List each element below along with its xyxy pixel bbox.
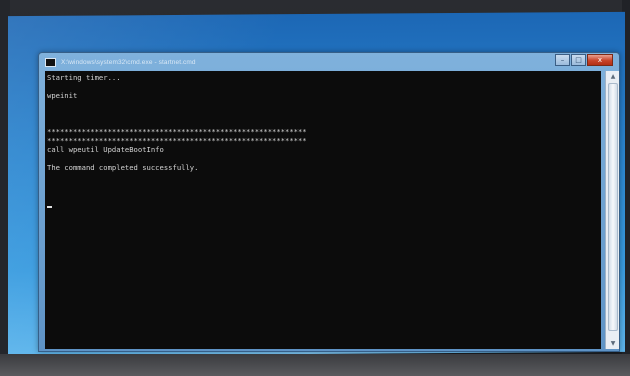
vertical-scrollbar[interactable]: ▲ ▼ <box>605 71 619 349</box>
scroll-up-icon[interactable]: ▲ <box>608 72 618 81</box>
photo: X:\windows\system32\cmd.exe - startnet.c… <box>0 0 630 376</box>
console-output[interactable]: Starting timer... wpeinit ****************… <box>45 71 601 349</box>
console-line: ****************************************… <box>47 136 307 145</box>
console-line: Starting timer... <box>47 73 121 82</box>
window-controls: – □ x <box>555 54 613 66</box>
console-icon <box>45 57 56 67</box>
close-button[interactable]: x <box>587 54 613 66</box>
window-title: X:\windows\system32\cmd.exe - startnet.c… <box>61 58 196 66</box>
maximize-button[interactable]: □ <box>571 54 586 66</box>
title-bar[interactable]: X:\windows\system32\cmd.exe - startnet.c… <box>39 53 619 71</box>
cmd-window[interactable]: X:\windows\system32\cmd.exe - startnet.c… <box>38 52 620 352</box>
console-line: call wpeutil UpdateBootInfo <box>47 145 164 154</box>
scroll-thumb[interactable] <box>608 83 618 331</box>
scroll-down-icon[interactable]: ▼ <box>608 339 618 348</box>
minimize-button[interactable]: – <box>555 54 570 66</box>
console-line: The command completed successfully. <box>47 163 199 172</box>
console-line: wpeinit <box>47 91 78 100</box>
monitor-bezel-bottom <box>0 354 630 376</box>
text-cursor <box>47 206 52 208</box>
console-lines: Starting timer... wpeinit ****************… <box>45 71 601 210</box>
console-line: ****************************************… <box>47 127 307 136</box>
